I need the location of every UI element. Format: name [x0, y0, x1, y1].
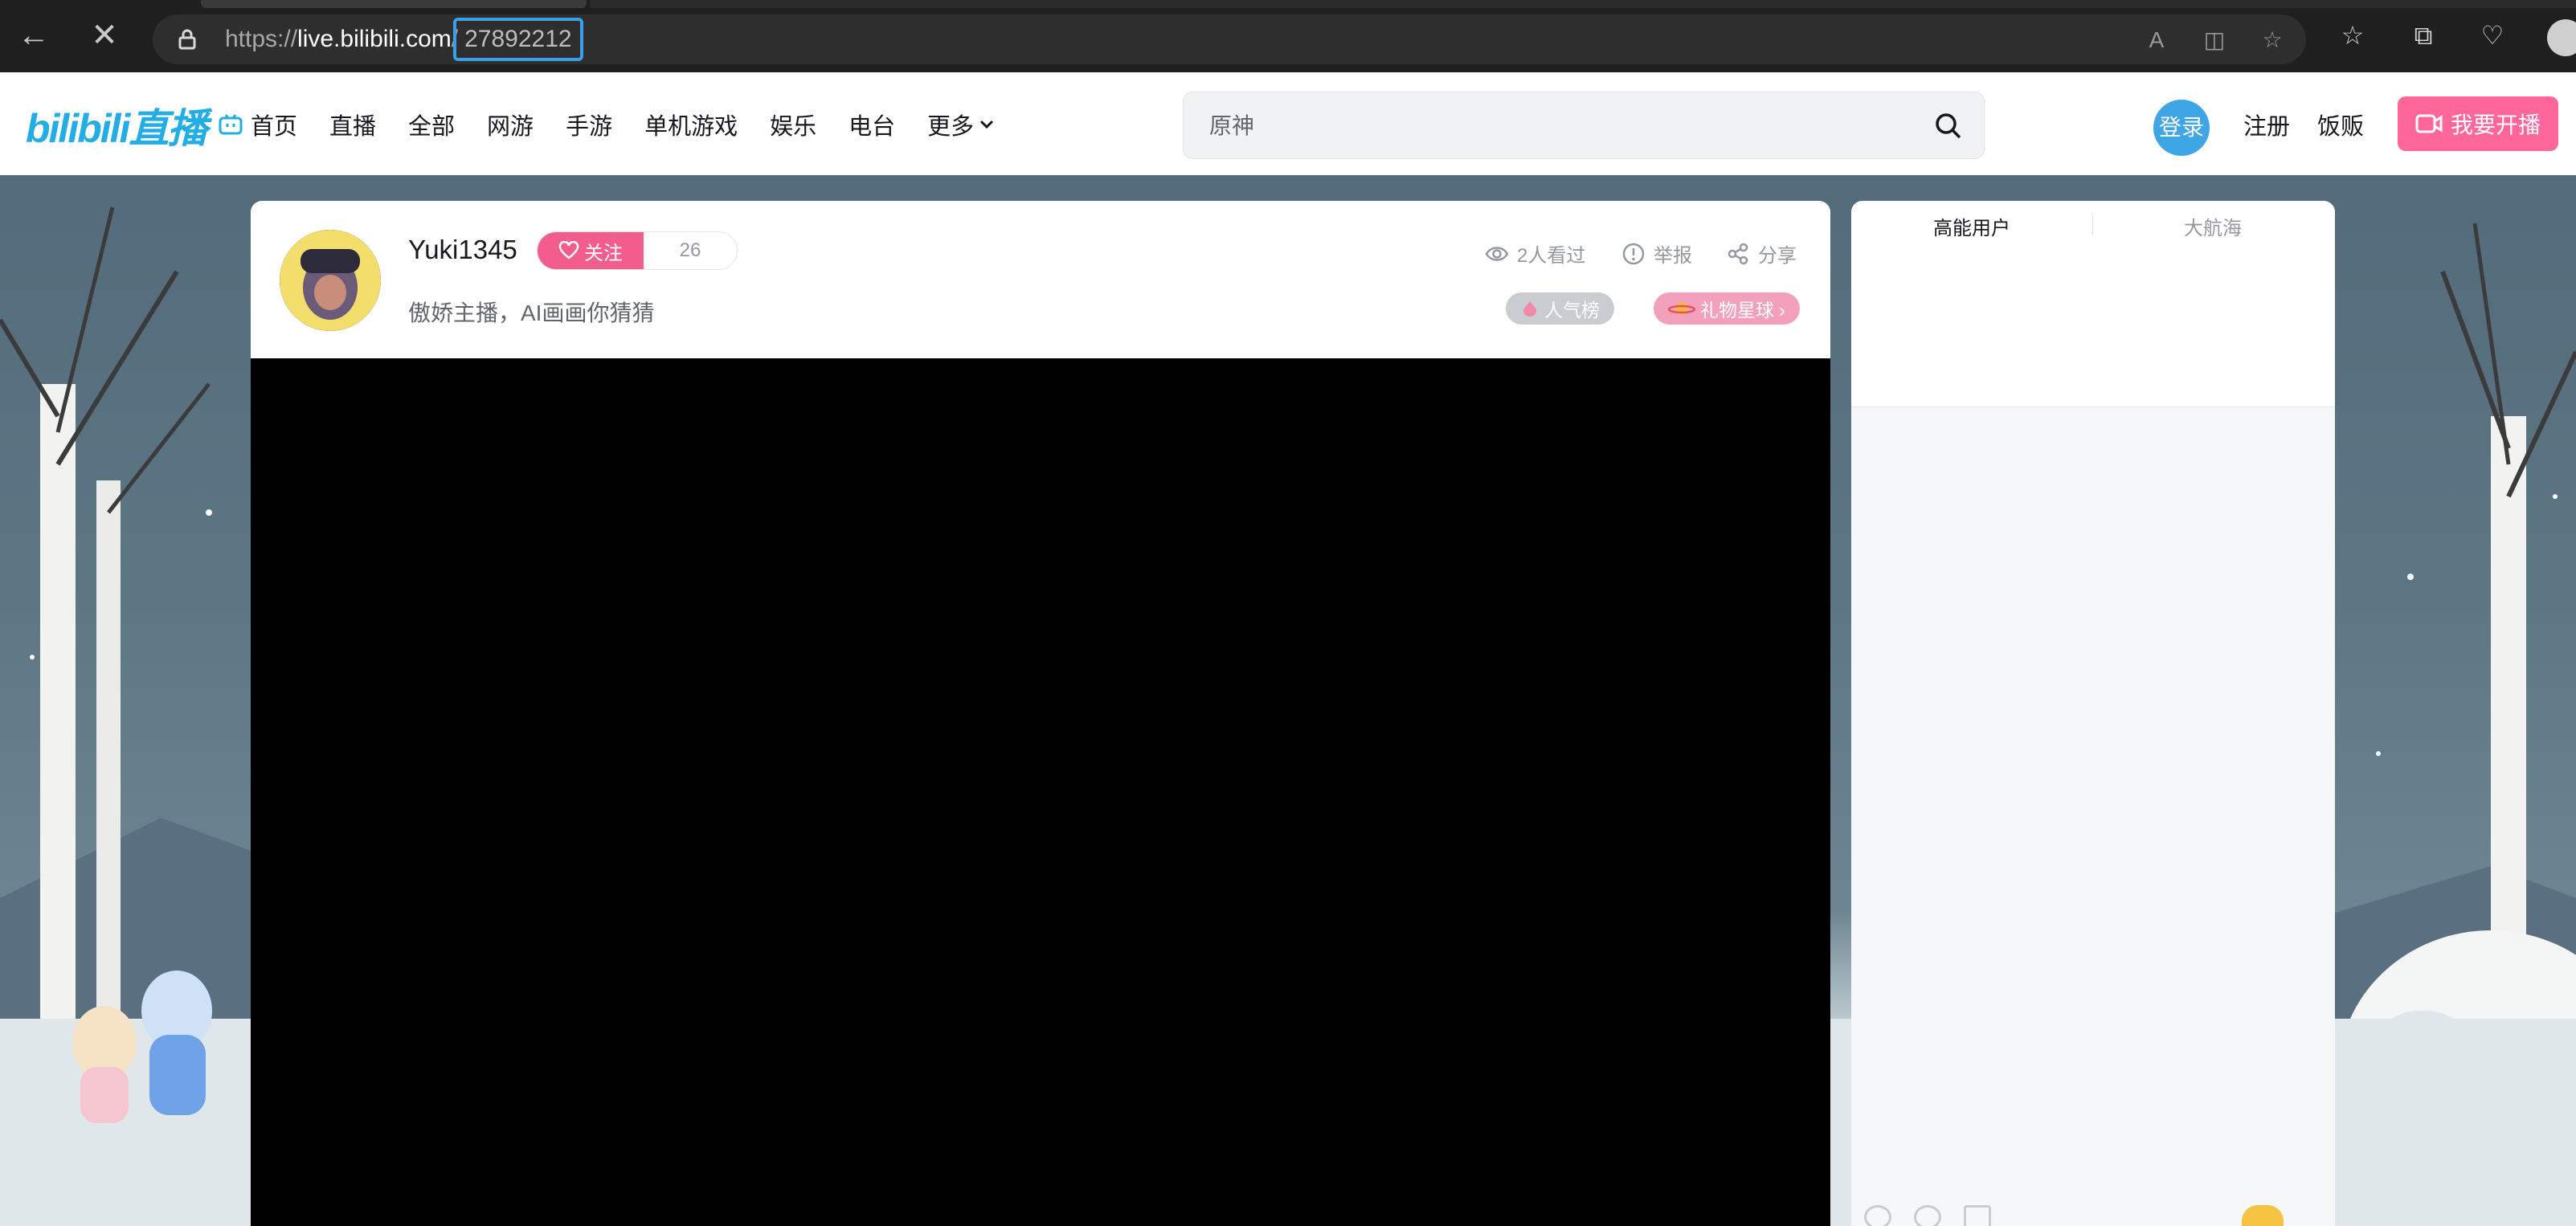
browser-tab-strip: [590, 0, 2576, 8]
nav-item-more[interactable]: 更多: [927, 108, 995, 141]
search-input[interactable]: [1208, 92, 1918, 160]
nav-item-online-games[interactable]: 网游: [487, 108, 534, 141]
emoji-icon[interactable]: [1864, 1205, 1891, 1226]
search-icon[interactable]: [1934, 112, 1963, 141]
side-panel: 高能用户 大航海: [1851, 201, 2335, 1226]
sticker-icon[interactable]: [1914, 1205, 1941, 1226]
lock-icon: [178, 29, 196, 50]
back-icon[interactable]: ←: [16, 18, 51, 53]
read-aloud-icon[interactable]: A: [2142, 26, 2171, 55]
report-label: 举报: [1654, 245, 1692, 267]
nav-item-single-player-games[interactable]: 单机游戏: [644, 108, 738, 141]
avatar-image: [280, 230, 381, 331]
tab-high-energy-users[interactable]: 高能用户: [1933, 212, 2010, 240]
follow-group: 关注 26: [537, 231, 738, 270]
share-button[interactable]: 分享: [1726, 239, 1797, 268]
warning-icon: [1622, 243, 1645, 264]
bilibili-live-logo[interactable]: bilibili直播: [26, 96, 207, 151]
eye-icon: [1485, 246, 1509, 261]
site-header: bilibili直播 首页 直播 全部 网游 手游 单机游戏 娱乐 电台 更多: [0, 72, 2576, 176]
camera-icon: [2415, 114, 2443, 133]
tab-divider: [2092, 214, 2093, 235]
profile-avatar[interactable]: [2547, 19, 2576, 56]
nav-label: 首页: [251, 114, 298, 140]
split-screen-icon[interactable]: ◫: [2200, 26, 2229, 55]
video-player[interactable]: [251, 358, 1830, 1226]
nav-item-entertainment[interactable]: 娱乐: [770, 108, 816, 141]
live-room-player-card: Yuki1345 关注 26 傲娇主播，AI画画你猜猜 2人看过 举报 分享 人…: [251, 201, 1830, 1226]
follower-count: 26: [679, 239, 701, 261]
favorites-icon[interactable]: ☆: [2335, 18, 2370, 53]
share-icon: [1728, 243, 1748, 264]
stop-loading-icon[interactable]: ✕: [87, 18, 122, 53]
heart-icon: [558, 241, 579, 260]
anchor-name[interactable]: Yuki1345: [408, 235, 517, 265]
nav-item-home[interactable]: 首页: [219, 108, 297, 141]
tv-icon: [219, 114, 243, 135]
browser-tab[interactable]: [201, 0, 587, 8]
add-favorite-icon[interactable]: ☆: [2258, 26, 2287, 55]
gift-planet-label: 礼物星球 ›: [1700, 300, 1786, 321]
viewed-count: 2人看过: [1485, 239, 1585, 268]
start-live-button[interactable]: 我要开播: [2398, 96, 2558, 151]
flame-icon: [1523, 301, 1536, 317]
url-scheme: https://: [225, 26, 298, 52]
browser-toolbar: ← ✕ https://live.bilibili.com/27892212 A…: [0, 0, 2576, 72]
address-bar[interactable]: https://live.bilibili.com/27892212 A ◫ ☆: [153, 14, 2306, 64]
nav-item-all[interactable]: 全部: [408, 108, 455, 141]
login-button[interactable]: 登录: [2153, 100, 2210, 156]
popularity-label: 人气榜: [1544, 300, 1600, 321]
nav-item-mobile-games[interactable]: 手游: [566, 108, 612, 141]
viewed-label: 2人看过: [1517, 245, 1586, 267]
browser-essentials-icon[interactable]: ♡: [2475, 18, 2510, 53]
tab-fleet[interactable]: 大航海: [2184, 212, 2242, 240]
main-nav: 首页 直播 全部 网游 手游 单机游戏 娱乐 电台 更多: [219, 104, 1027, 145]
url-domain: live.bilibili.com: [297, 26, 452, 52]
gift-character-icon[interactable]: [2242, 1205, 2284, 1226]
follow-label: 关注: [584, 242, 623, 264]
chat-toolbar: [1864, 1205, 2014, 1226]
anchor-avatar[interactable]: [280, 230, 381, 331]
register-link[interactable]: 注册: [2243, 108, 2290, 141]
popularity-rank-pill[interactable]: 人气榜: [1506, 292, 1614, 325]
room-description: 傲娇主播，AI画画你猜猜: [408, 300, 655, 325]
start-live-label: 我要开播: [2450, 112, 2541, 137]
nav-label: 更多: [927, 114, 975, 140]
follow-button[interactable]: 关注: [538, 232, 644, 269]
planet-icon: [1668, 302, 1695, 315]
collections-icon[interactable]: ⧉: [2406, 18, 2441, 53]
fanfan-link[interactable]: 饭贩: [2317, 108, 2364, 141]
url-path-highlight: 27892212: [453, 18, 583, 61]
rank-list-area: 高能用户 大航海: [1851, 201, 2335, 407]
search-box: [1183, 92, 1985, 160]
share-label: 分享: [1758, 245, 1797, 267]
report-button[interactable]: 举报: [1621, 239, 1692, 268]
url-text[interactable]: https://live.bilibili.com/27892212: [225, 18, 583, 61]
nav-item-radio[interactable]: 电台: [848, 108, 895, 141]
gift-planet-pill[interactable]: 礼物星球 ›: [1654, 292, 1801, 325]
chat-mode-icon[interactable]: [1964, 1205, 1991, 1226]
nav-item-live[interactable]: 直播: [329, 108, 376, 141]
chevron-down-icon: [980, 120, 994, 129]
